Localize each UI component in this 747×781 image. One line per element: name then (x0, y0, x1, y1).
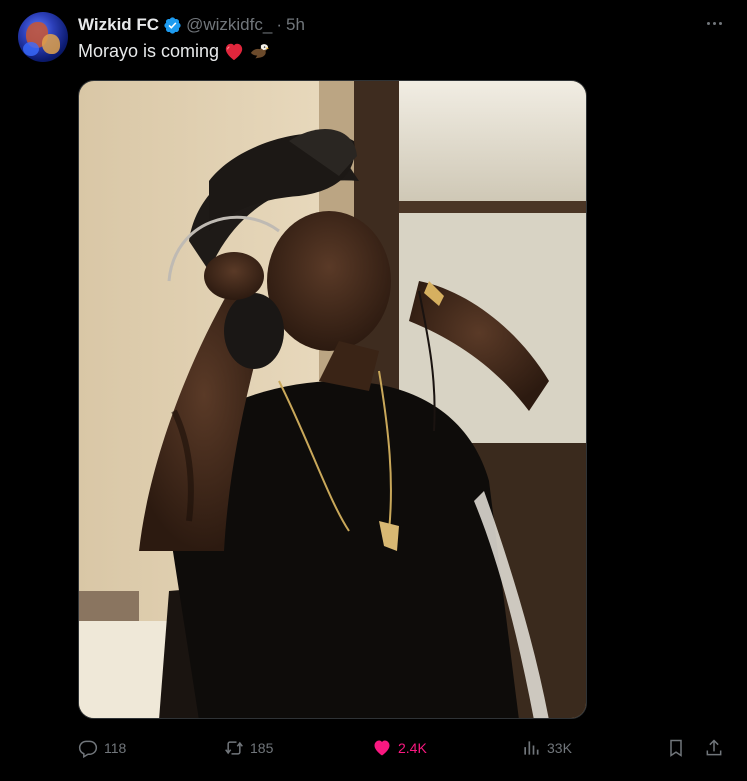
share-icon (706, 739, 722, 756)
heart-icon (374, 740, 390, 756)
views-icon (524, 741, 539, 755)
retweet-button[interactable]: 185 (224, 736, 273, 760)
like-count: 2.4K (398, 740, 427, 756)
tweet-text: Morayo is coming (78, 40, 271, 62)
separator: · (276, 15, 282, 34)
tweet-actions: 118 185 2.4K 33K (78, 736, 726, 760)
tweet[interactable]: Wizkid FC @wizkidfc_ · 5h Morayo is comi… (0, 0, 747, 781)
share-button[interactable] (704, 736, 724, 760)
verified-badge-icon (164, 16, 181, 34)
retweet-count: 185 (250, 740, 274, 756)
eagle-emoji-icon (250, 44, 270, 59)
views-button[interactable]: 33K (521, 736, 572, 760)
red-heart-emoji-icon (225, 43, 243, 61)
avatar-art-2 (42, 34, 60, 54)
views-count: 33K (547, 740, 572, 756)
reply-button[interactable]: 118 (78, 736, 126, 760)
avatar[interactable] (18, 12, 68, 62)
bookmark-button[interactable] (666, 736, 686, 760)
tweet-text-content: Morayo is coming (78, 40, 220, 61)
like-button[interactable]: 2.4K (372, 736, 427, 760)
tweet-header: Wizkid FC @wizkidfc_ · 5h (78, 13, 305, 37)
more-icon[interactable] (703, 12, 725, 34)
avatar-art-3 (23, 42, 39, 56)
author-name[interactable]: Wizkid FC (78, 15, 159, 35)
author-handle[interactable]: @wizkidfc_ (186, 15, 272, 35)
tweet-photo[interactable] (78, 80, 587, 719)
photo-image (79, 81, 586, 718)
reply-icon (78, 740, 98, 758)
timestamp[interactable]: 5h (286, 15, 305, 35)
bookmark-icon (670, 739, 682, 757)
reply-count: 118 (104, 740, 127, 756)
retweet-icon (225, 741, 243, 755)
